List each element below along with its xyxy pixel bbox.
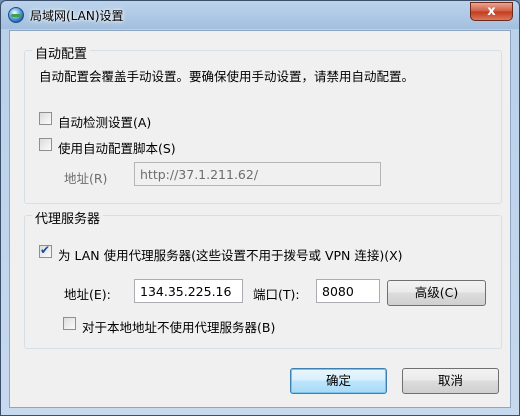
bypass-local-label[interactable]: 对于本地地址不使用代理服务器(B) bbox=[82, 317, 275, 336]
proxy-port-label: 端口(T): bbox=[253, 287, 300, 302]
dialog-body: 自动配置 自动配置会覆盖手动设置。要确保使用手动设置，请禁用自动配置。 自动检测… bbox=[9, 30, 511, 408]
auto-config-group-label: 自动配置 bbox=[32, 43, 91, 62]
close-button[interactable]: x bbox=[470, 2, 513, 21]
proxy-port-field[interactable]: 8080 bbox=[316, 279, 380, 303]
cancel-button[interactable]: 取消 bbox=[402, 368, 499, 394]
script-address-label: 地址(R) bbox=[64, 171, 108, 186]
use-proxy-checkbox[interactable] bbox=[39, 243, 52, 258]
ok-button[interactable]: 确定 bbox=[290, 368, 387, 394]
script-address-field[interactable]: http://37.1.211.62/ bbox=[134, 162, 381, 186]
proxy-group-label: 代理服务器 bbox=[32, 208, 104, 227]
use-proxy-label[interactable]: 为 LAN 使用代理服务器(这些设置不用于拨号或 VPN 连接)(X) bbox=[58, 245, 403, 264]
auto-detect-checkbox[interactable] bbox=[39, 112, 52, 125]
use-script-label[interactable]: 使用自动配置脚本(S) bbox=[58, 138, 176, 157]
auto-detect-label[interactable]: 自动检测设置(A) bbox=[58, 112, 151, 131]
bypass-local-checkbox[interactable] bbox=[63, 317, 76, 330]
auto-config-description: 自动配置会覆盖手动设置。要确保使用手动设置，请禁用自动配置。 bbox=[39, 69, 415, 84]
advanced-button[interactable]: 高级(C) bbox=[387, 280, 486, 306]
proxy-address-label: 地址(E): bbox=[64, 287, 111, 302]
lan-settings-window: 局域网(LAN)设置 x 自动配置 自动配置会覆盖手动设置。要确保使用手动设置，… bbox=[0, 0, 520, 416]
use-script-checkbox[interactable] bbox=[39, 138, 52, 151]
internet-globe-icon bbox=[8, 7, 24, 23]
proxy-address-field[interactable]: 134.35.225.16 bbox=[134, 279, 243, 303]
title-bar[interactable]: 局域网(LAN)设置 x bbox=[1, 1, 519, 29]
window-title: 局域网(LAN)设置 bbox=[30, 9, 124, 23]
